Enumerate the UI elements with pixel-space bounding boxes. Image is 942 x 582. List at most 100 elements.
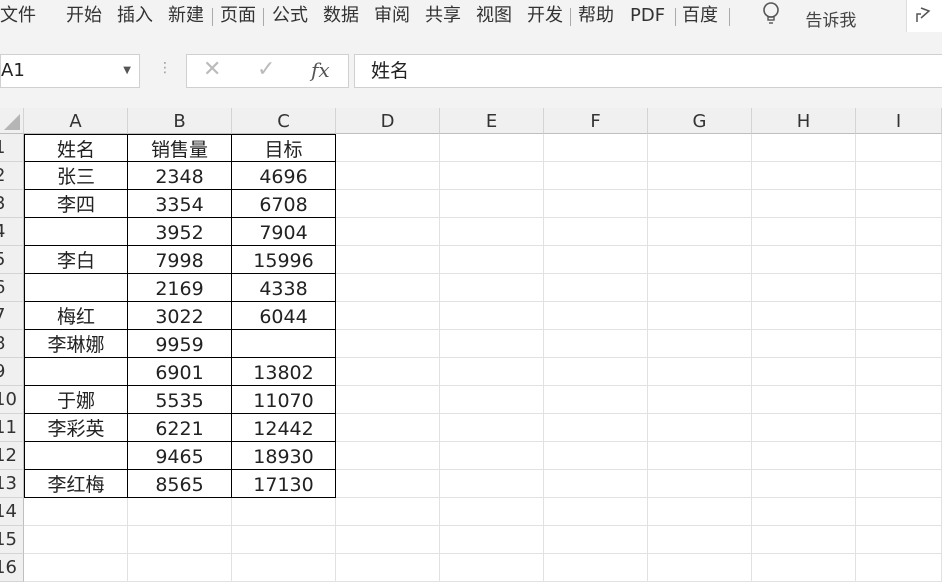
- table-cell[interactable]: [232, 330, 336, 358]
- tell-me-search[interactable]: 告诉我: [760, 0, 856, 32]
- table-cell[interactable]: [24, 218, 128, 246]
- name-box[interactable]: A1 ▼: [0, 54, 140, 88]
- select-all-corner[interactable]: [0, 108, 24, 134]
- empty-cell[interactable]: [856, 358, 942, 386]
- table-cell[interactable]: 张三: [24, 162, 128, 190]
- table-cell[interactable]: 9959: [128, 330, 232, 358]
- empty-cell[interactable]: [440, 218, 544, 246]
- row-header-4[interactable]: 4: [0, 218, 24, 246]
- empty-cell[interactable]: [648, 442, 752, 470]
- column-header-G[interactable]: G: [648, 108, 752, 134]
- column-header-B[interactable]: B: [128, 108, 232, 134]
- table-cell[interactable]: 5535: [128, 386, 232, 414]
- empty-cell[interactable]: [648, 302, 752, 330]
- tab-11[interactable]: 帮助: [578, 0, 620, 32]
- column-header-D[interactable]: D: [336, 108, 440, 134]
- empty-cell[interactable]: [544, 274, 648, 302]
- cancel-icon[interactable]: ✕: [203, 57, 221, 82]
- table-cell[interactable]: 4338: [232, 274, 336, 302]
- table-cell[interactable]: 7904: [232, 218, 336, 246]
- empty-cell[interactable]: [544, 442, 648, 470]
- insert-function-icon[interactable]: fx: [311, 58, 330, 82]
- table-cell[interactable]: 12442: [232, 414, 336, 442]
- row-header-5[interactable]: 5: [0, 246, 24, 274]
- table-cell[interactable]: 2169: [128, 274, 232, 302]
- empty-cell[interactable]: [648, 134, 752, 162]
- empty-cell[interactable]: [336, 162, 440, 190]
- empty-cell[interactable]: [440, 414, 544, 442]
- empty-cell[interactable]: [648, 330, 752, 358]
- empty-cell[interactable]: [544, 218, 648, 246]
- empty-cell[interactable]: [232, 498, 336, 526]
- header-cell[interactable]: 销售量: [128, 134, 232, 162]
- empty-cell[interactable]: [336, 330, 440, 358]
- share-icon[interactable]: [906, 0, 942, 32]
- empty-cell[interactable]: [544, 526, 648, 554]
- tab-2[interactable]: 插入: [117, 0, 159, 32]
- empty-cell[interactable]: [440, 442, 544, 470]
- empty-cell[interactable]: [544, 246, 648, 274]
- empty-cell[interactable]: [544, 470, 648, 498]
- empty-cell[interactable]: [24, 526, 128, 554]
- empty-cell[interactable]: [752, 386, 856, 414]
- empty-cell[interactable]: [752, 470, 856, 498]
- empty-cell[interactable]: [856, 162, 942, 190]
- empty-cell[interactable]: [336, 302, 440, 330]
- tab-4[interactable]: 页面: [220, 0, 264, 32]
- empty-cell[interactable]: [336, 190, 440, 218]
- empty-cell[interactable]: [648, 218, 752, 246]
- empty-cell[interactable]: [752, 218, 856, 246]
- column-header-E[interactable]: E: [440, 108, 544, 134]
- table-cell[interactable]: 于娜: [24, 386, 128, 414]
- empty-cell[interactable]: [544, 162, 648, 190]
- table-cell[interactable]: 梅红: [24, 302, 128, 330]
- table-cell[interactable]: 6708: [232, 190, 336, 218]
- row-header-7[interactable]: 7: [0, 302, 24, 330]
- empty-cell[interactable]: [232, 526, 336, 554]
- tab-3[interactable]: 新建: [168, 0, 213, 32]
- empty-cell[interactable]: [336, 274, 440, 302]
- empty-cell[interactable]: [440, 470, 544, 498]
- column-header-C[interactable]: C: [232, 108, 336, 134]
- empty-cell[interactable]: [544, 358, 648, 386]
- row-header-11[interactable]: 11: [0, 414, 24, 442]
- empty-cell[interactable]: [336, 442, 440, 470]
- table-cell[interactable]: 4696: [232, 162, 336, 190]
- empty-cell[interactable]: [648, 162, 752, 190]
- column-header-A[interactable]: A: [24, 108, 128, 134]
- column-header-H[interactable]: H: [752, 108, 856, 134]
- row-header-9[interactable]: 9: [0, 358, 24, 386]
- tab-1[interactable]: 开始: [66, 0, 108, 32]
- tab-12[interactable]: PDF: [630, 0, 676, 32]
- empty-cell[interactable]: [648, 246, 752, 274]
- empty-cell[interactable]: [648, 470, 752, 498]
- empty-cell[interactable]: [336, 498, 440, 526]
- empty-cell[interactable]: [752, 246, 856, 274]
- empty-cell[interactable]: [544, 498, 648, 526]
- row-header-10[interactable]: 10: [0, 386, 24, 414]
- empty-cell[interactable]: [544, 134, 648, 162]
- empty-cell[interactable]: [336, 554, 440, 582]
- row-header-2[interactable]: 2: [0, 162, 24, 190]
- table-cell[interactable]: 11070: [232, 386, 336, 414]
- empty-cell[interactable]: [752, 330, 856, 358]
- empty-cell[interactable]: [856, 470, 942, 498]
- empty-cell[interactable]: [856, 246, 942, 274]
- empty-cell[interactable]: [648, 274, 752, 302]
- empty-cell[interactable]: [856, 554, 942, 582]
- empty-cell[interactable]: [440, 274, 544, 302]
- empty-cell[interactable]: [544, 386, 648, 414]
- empty-cell[interactable]: [544, 190, 648, 218]
- table-cell[interactable]: 7998: [128, 246, 232, 274]
- table-cell[interactable]: 9465: [128, 442, 232, 470]
- empty-cell[interactable]: [440, 246, 544, 274]
- empty-cell[interactable]: [336, 246, 440, 274]
- empty-cell[interactable]: [128, 526, 232, 554]
- formula-input[interactable]: 姓名: [354, 54, 942, 88]
- empty-cell[interactable]: [648, 526, 752, 554]
- empty-cell[interactable]: [544, 554, 648, 582]
- table-cell[interactable]: [24, 442, 128, 470]
- empty-cell[interactable]: [440, 162, 544, 190]
- empty-cell[interactable]: [336, 386, 440, 414]
- empty-cell[interactable]: [856, 330, 942, 358]
